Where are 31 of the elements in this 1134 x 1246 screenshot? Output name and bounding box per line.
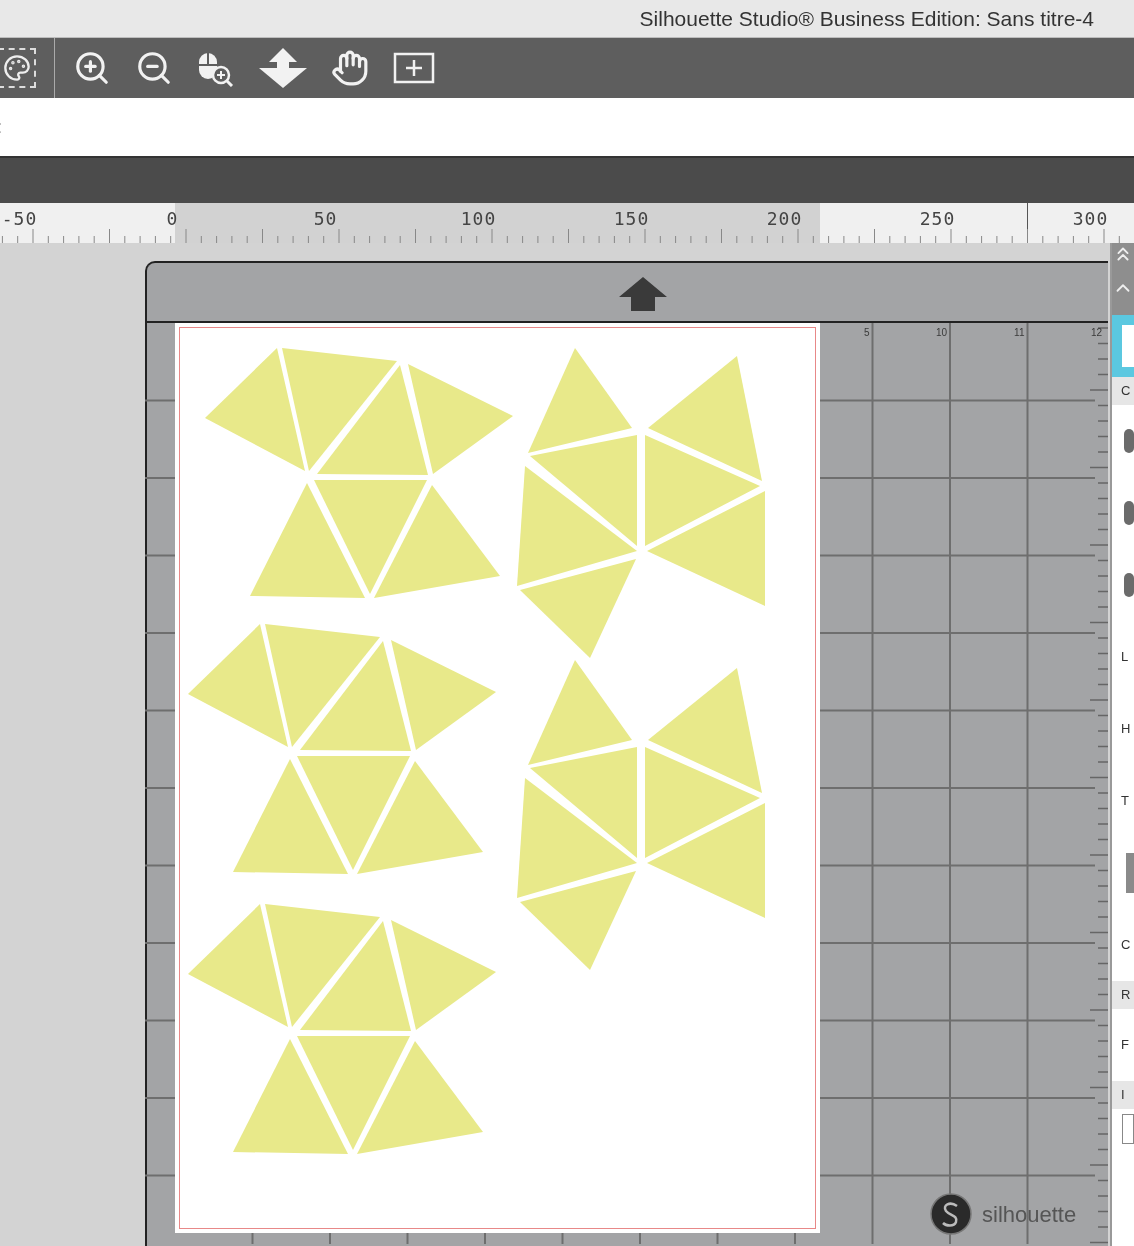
ruler-label: 200 (766, 207, 803, 231)
color-swatch[interactable] (1126, 853, 1134, 893)
grid-label: 11 (1014, 326, 1025, 340)
brand-name: silhouette (982, 1200, 1077, 1229)
ruler-label: 0 (166, 207, 179, 231)
panel-label: H (1121, 720, 1131, 739)
ruler-label: 150 (613, 207, 650, 231)
grid-label: 10 (935, 326, 947, 340)
grid-label: 5 (863, 326, 870, 340)
zoom-in-icon[interactable] (73, 49, 111, 87)
section-header: R (1112, 981, 1134, 1009)
input-field[interactable] (1122, 1114, 1134, 1144)
panel-label: F (1121, 1036, 1129, 1055)
ruler-label: 250 (919, 207, 956, 231)
ruler-label: 300 (1072, 207, 1109, 231)
section-header: I (1112, 1081, 1134, 1109)
hand-icon[interactable] (331, 49, 369, 87)
palette-icon[interactable] (0, 48, 36, 88)
ruler-label: 100 (460, 207, 497, 231)
ruler-label: -50 (1, 207, 38, 231)
grid-label: 12 (1090, 326, 1102, 340)
ruler-label: 50 (313, 207, 338, 231)
window-title: Silhouette Studio® Business Edition: Sans titre-4 (639, 5, 1094, 32)
arrow-up-icon[interactable] (619, 277, 667, 311)
up-down-arrows-icon[interactable] (259, 48, 307, 88)
panel-label: L (1121, 648, 1129, 667)
panel-label: C (1121, 936, 1131, 955)
fit-box-icon[interactable] (393, 52, 435, 84)
panel-label: T (1121, 792, 1129, 811)
zoom-out-icon[interactable] (135, 49, 173, 87)
section-header: C (1112, 377, 1134, 405)
